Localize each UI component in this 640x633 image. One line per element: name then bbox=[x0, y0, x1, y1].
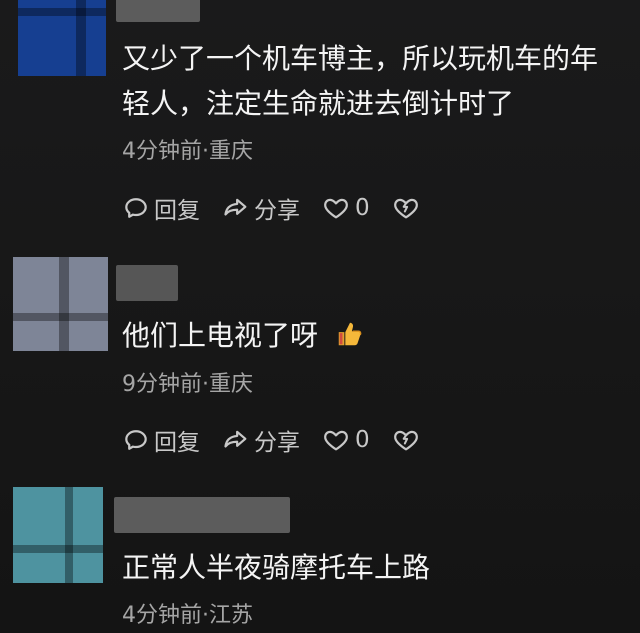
like-count: 0 bbox=[355, 195, 370, 221]
avatar[interactable] bbox=[13, 257, 108, 351]
comment-text-content: 他们上电视了呀 bbox=[122, 319, 319, 352]
comment-text: 正常人半夜骑摩托车上路 bbox=[122, 551, 431, 584]
comment-meta: 4分钟前·江苏 bbox=[122, 603, 253, 628]
avatar[interactable] bbox=[13, 487, 103, 583]
dislike-button[interactable] bbox=[392, 423, 420, 457]
like-button[interactable]: 0 bbox=[322, 423, 370, 457]
like-count: 0 bbox=[355, 427, 370, 453]
comment-text: 又少了一个机车博主，所以玩机车的年轻人，注定生命就进去倒计时了 bbox=[122, 42, 599, 120]
username-blur[interactable] bbox=[116, 0, 200, 22]
comment-meta: 4分钟前·重庆 bbox=[122, 139, 253, 164]
comment-actions: 回复 分享 0 bbox=[122, 191, 420, 225]
heart-icon bbox=[324, 198, 348, 219]
reply-button[interactable]: 回复 bbox=[122, 191, 200, 225]
broken-heart-icon bbox=[393, 430, 418, 451]
comment-text: 他们上电视了呀 bbox=[122, 313, 552, 358]
username-blur[interactable] bbox=[116, 265, 178, 301]
comment-list: 又少了一个机车博主，所以玩机车的年轻人，注定生命就进去倒计时了 4分钟前·重庆 … bbox=[0, 0, 640, 633]
username-blur[interactable] bbox=[114, 497, 290, 533]
comment-meta: 9分钟前·重庆 bbox=[122, 372, 253, 397]
heart-icon bbox=[324, 430, 348, 451]
share-arrow-icon bbox=[224, 198, 247, 216]
reply-label: 回复 bbox=[154, 430, 200, 456]
share-button[interactable]: 分享 bbox=[222, 191, 300, 225]
comment-bubble-icon bbox=[125, 430, 147, 450]
reply-button[interactable]: 回复 bbox=[122, 423, 200, 457]
comment-bubble-icon bbox=[125, 198, 147, 218]
share-label: 分享 bbox=[254, 430, 300, 456]
share-label: 分享 bbox=[254, 198, 300, 224]
share-button[interactable]: 分享 bbox=[222, 423, 300, 457]
thumbs-up-icon bbox=[338, 322, 362, 346]
avatar[interactable] bbox=[18, 0, 106, 76]
broken-heart-icon bbox=[393, 198, 418, 219]
dislike-button[interactable] bbox=[392, 191, 420, 225]
comment-actions: 回复 分享 0 bbox=[122, 423, 420, 457]
share-arrow-icon bbox=[224, 430, 247, 448]
reply-label: 回复 bbox=[154, 198, 200, 224]
like-button[interactable]: 0 bbox=[322, 191, 370, 225]
